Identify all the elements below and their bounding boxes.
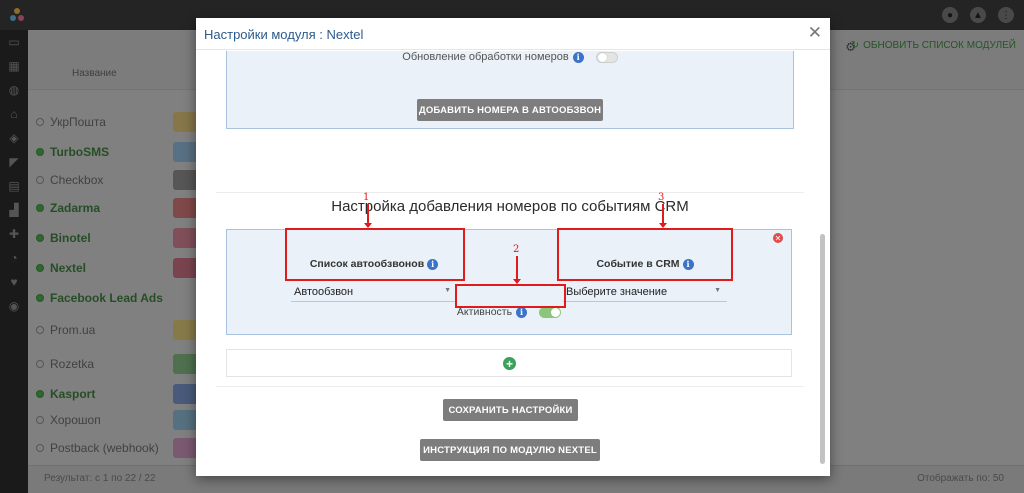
annotation-arrow-2	[513, 256, 521, 284]
add-numbers-to-autodial-button[interactable]: ДОБАВИТЬ НОМЕРА В АВТООБЗВОН	[417, 99, 603, 121]
caret-down-icon: ▼	[444, 287, 451, 294]
annotation-arrow-1	[364, 204, 372, 228]
caret-down-icon: ▼	[714, 287, 721, 294]
crm-event-select[interactable]: Выберите значение ▼	[563, 282, 727, 302]
annotation-number-3: 3	[658, 192, 665, 203]
active-toggle[interactable]	[539, 306, 562, 318]
autodial-list-select[interactable]: Автообзвон ▼	[291, 282, 457, 302]
info-icon[interactable]: i	[516, 306, 528, 318]
autodial-list-value: Автообзвон	[294, 285, 354, 298]
modal-title: Настройки модуля : Nextel	[204, 27, 364, 42]
add-rule-row: +	[226, 349, 792, 377]
remove-rule-icon[interactable]: ✕	[773, 233, 783, 243]
close-icon[interactable]: ✕	[808, 23, 822, 43]
autodial-section: Обновление обработки номеров i ДОБАВИТЬ …	[226, 51, 794, 129]
info-icon[interactable]: i	[572, 51, 584, 63]
plus-circle-icon[interactable]: +	[503, 357, 516, 370]
module-instructions-button[interactable]: ИНСТРУКЦИЯ ПО МОДУЛЮ NEXTEL	[420, 439, 600, 461]
save-settings-button[interactable]: СОХРАНИТЬ НАСТРОЙКИ	[443, 399, 578, 421]
crm-event-value: Выберите значение	[566, 285, 668, 298]
annotation-number-2: 2	[513, 244, 520, 255]
modal-header: Настройки модуля : Nextel ✕	[196, 18, 830, 50]
renumber-toggle[interactable]	[595, 51, 618, 63]
annotation-number-1: 1	[363, 192, 370, 203]
annotation-box-active	[455, 284, 566, 308]
modal-scrollbar[interactable]	[820, 234, 825, 464]
annotation-box-autodial-list	[285, 228, 465, 281]
renumber-label: Обновление обработки номеров	[402, 51, 569, 63]
annotation-box-crm-event	[557, 228, 733, 281]
renumber-setting: Обновление обработки номеров i	[227, 51, 793, 63]
crm-section-title: Настройка добавления номеров по событиям…	[331, 198, 689, 215]
annotation-arrow-3	[659, 204, 667, 228]
